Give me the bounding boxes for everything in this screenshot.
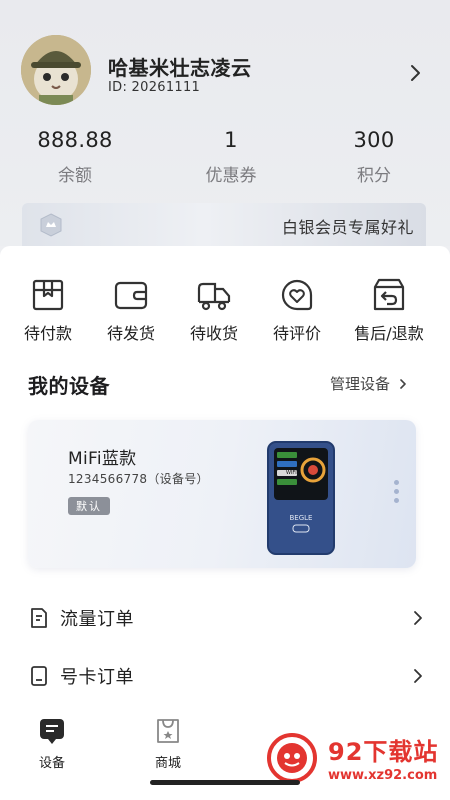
order-label: 待付款 [23,324,72,343]
watermark-logo-icon [267,733,317,783]
default-badge: 默认 [68,497,110,515]
wallet-icon [114,281,148,310]
my-devices-title: 我的设备 [28,374,110,398]
order-to-receive[interactable]: 待收货 [172,276,256,344]
stat-value: 1 [224,128,238,152]
silver-badge-icon [40,213,62,237]
mifi-device-image: WIFI BEGLE [267,441,335,555]
order-label: 售后/退款 [354,324,424,343]
stat-label: 积分 [357,166,391,186]
avatar[interactable] [21,35,91,105]
menu-label: 号卡订单 [60,667,134,688]
tab-label: 商城 [154,756,181,771]
tab-shop[interactable]: 商城 [138,716,198,771]
watermark-url: www.xz92.com [328,768,438,783]
banner-text: 白银会员专属好礼 [281,218,414,237]
avatar-cat-image [21,35,91,105]
document-icon [31,608,47,628]
truck-icon [197,282,231,311]
carousel-dots [394,480,400,507]
heart-review-icon [281,279,313,311]
membership-banner[interactable]: 白银会员专属好礼 [22,203,426,246]
stat-label: 余额 [58,166,92,186]
device-tab-icon [40,719,64,744]
chevron-right-icon [400,378,406,389]
stat-value: 300 [353,128,395,152]
tab-label: 设备 [38,756,65,771]
device-brand: BEGLE [290,514,313,522]
device-screen-text: WIFI [286,470,297,476]
home-indicator [150,780,300,785]
order-after-sales[interactable]: 售后/退款 [346,276,432,344]
username: 哈基米壮志凌云 [108,56,252,80]
return-box-icon [373,278,405,311]
device-id: 1234566778（设备号） [68,472,209,486]
chevron-right-icon[interactable] [404,62,426,84]
order-to-review[interactable]: 待评价 [255,276,339,344]
stat-value: 888.88 [37,128,113,152]
stat-balance[interactable]: 888.88 余额 [10,128,140,186]
order-to-ship[interactable]: 待发货 [89,276,173,344]
order-pending-payment[interactable]: 待付款 [6,276,90,344]
sim-card-icon [31,666,47,686]
device-card[interactable]: MiFi蓝款 1234566778（设备号） 默认 WIFI BEGLE [28,420,416,568]
stat-label: 优惠券 [205,166,257,186]
order-label: 待发货 [106,324,155,343]
order-label: 待评价 [272,324,321,343]
stat-points[interactable]: 300 积分 [309,128,439,186]
pending-payment-icon [32,279,64,311]
device-name: MiFi蓝款 [68,449,137,469]
menu-label: 流量订单 [60,609,134,630]
chevron-right-icon [414,611,422,625]
watermark-title: 92下载站 [328,738,439,766]
stat-coupons[interactable]: 1 优惠券 [166,128,296,186]
manage-devices-label: 管理设备 [330,375,391,393]
manage-devices-link[interactable]: 管理设备 [330,373,410,394]
watermark: 92下载站 www.xz92.com [248,718,450,800]
shop-tab-icon [157,719,179,743]
traffic-orders-row[interactable]: 流量订单 [28,598,426,638]
order-label: 待收货 [189,324,238,343]
tab-devices[interactable]: 设备 [22,716,82,771]
chevron-right-icon [414,669,422,683]
sim-orders-row[interactable]: 号卡订单 [28,656,426,696]
user-id: ID: 20261111 [108,80,201,95]
